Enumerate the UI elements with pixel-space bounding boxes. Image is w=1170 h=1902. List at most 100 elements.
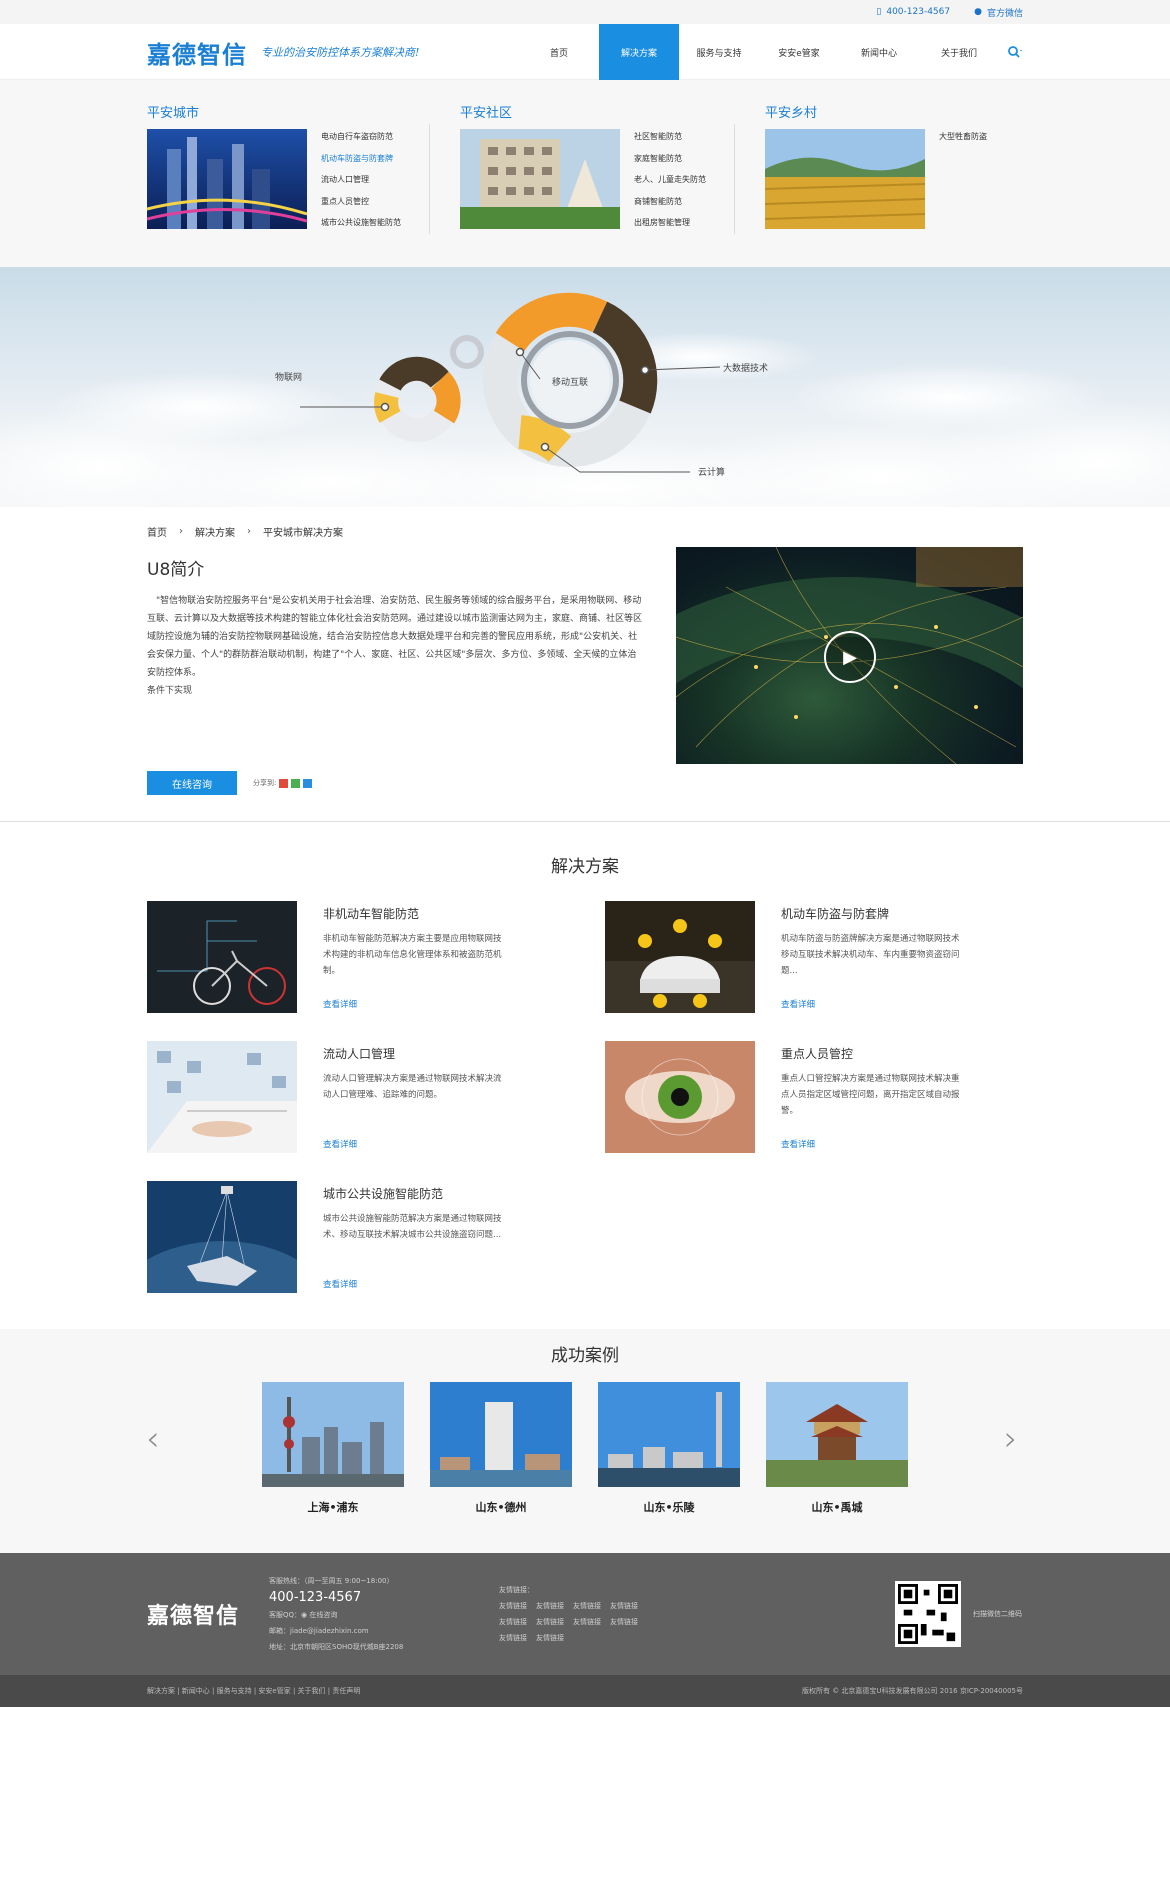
footer-email: 邮箱：jiade@jiadezhixin.com <box>269 1627 369 1635</box>
footer-address: 地址：北京市朝阳区SOHO现代城B座2208 <box>269 1643 404 1651</box>
solution-card: 流动人口管理 流动人口管理解决方案是通过物联网技术解决流动人口管理难、追踪难的问… <box>147 1041 565 1153</box>
menu-item[interactable]: 重点人员管控 <box>321 191 401 213</box>
crumb-solutions[interactable]: 解决方案 <box>195 524 235 539</box>
share-label: 分享到: <box>253 779 277 787</box>
friend-link[interactable]: 友情链接 <box>536 1617 573 1627</box>
solution-desc: 城市公共设施智能防范解决方案是通过物联网技术、移动互联技术解决城市公共设施盗窃问… <box>323 1214 502 1240</box>
menu-item[interactable]: 老人、儿童走失防范 <box>634 169 706 191</box>
nav-service[interactable]: 服务与支持 <box>679 24 759 80</box>
solution-card: 城市公共设施智能防范 城市公共设施智能防范解决方案是通过物联网技术、移动互联技术… <box>147 1181 565 1293</box>
intro-section: U8简介 "智信物联治安防控服务平台"是公安机关用于社会治理、治安防范、民生服务… <box>147 547 1023 764</box>
friend-link[interactable]: 友情链接 <box>610 1601 647 1611</box>
copyright: 版权所有 © 北京嘉德宝U科技发展有限公司 2016 京ICP-20040005… <box>801 1687 1023 1695</box>
menu-item[interactable]: 城市公共设施智能防范 <box>321 212 401 234</box>
footer: 嘉德智信 客服热线：（周一至周五 9:00~18:00） 400-123-456… <box>0 1553 1170 1675</box>
pudong-image <box>262 1382 404 1487</box>
menu-col-safe-community: 平安社区 社区智能防范 家庭智能防范 老人、儿童走失防范 商铺智能防范 出租房智… <box>460 102 706 234</box>
case-card[interactable]: 山东•乐陵 <box>598 1382 740 1515</box>
friend-link[interactable]: 友情链接 <box>610 1617 647 1627</box>
menu-title-safe-village[interactable]: 平安乡村 <box>765 102 987 121</box>
footer-phone: 400-123-4567 <box>269 1590 362 1605</box>
footer-contact: 客服热线：（周一至周五 9:00~18:00） 400-123-4567 客服Q… <box>269 1573 469 1655</box>
consult-bar: 在线咨询 分享到: <box>147 771 1023 795</box>
footer-logo: 嘉德智信 <box>147 1603 240 1629</box>
more-link[interactable]: 查看详细 <box>323 1278 505 1290</box>
wechat-share-icon[interactable] <box>291 778 301 788</box>
search-icon[interactable] <box>1007 45 1023 59</box>
friend-link[interactable]: 友情链接 <box>573 1601 610 1611</box>
bottom-links[interactable]: 解决方案 | 新闻中心 | 服务与支持 | 安安e管家 | 关于我们 | 责任声… <box>147 1686 360 1696</box>
menu-item[interactable]: 机动车防盗与防套牌 <box>321 148 401 170</box>
wechat-link[interactable]: ● 官方微信 <box>974 6 1023 19</box>
label-mobile: 移动互联 <box>552 376 588 388</box>
solution-title[interactable]: 机动车防盗与防套牌 <box>781 905 963 922</box>
city-image <box>147 129 307 229</box>
phone-contact: ▯ 400-123-4567 <box>876 7 950 17</box>
friend-link[interactable]: 友情链接 <box>499 1633 536 1643</box>
menu-item[interactable]: 商铺智能防范 <box>634 191 706 213</box>
divider <box>429 124 430 234</box>
consult-button[interactable]: 在线咨询 <box>147 771 237 795</box>
menu-title-safe-community[interactable]: 平安社区 <box>460 102 706 121</box>
qzone-share-icon[interactable] <box>303 778 313 788</box>
solutions-section: 解决方案 非机动车智能防范 非机动车智能防范解决方案主要是应用物联网技术构建的非… <box>147 822 1023 1293</box>
community-image <box>460 129 620 229</box>
bike-image[interactable] <box>147 901 297 1013</box>
next-arrow-icon[interactable]: › <box>1004 1419 1018 1459</box>
top-phone: 400-123-4567 <box>886 7 951 17</box>
case-card[interactable]: 山东•德州 <box>430 1382 572 1515</box>
friend-link[interactable]: 友情链接 <box>499 1601 536 1611</box>
car-image[interactable] <box>605 901 755 1013</box>
play-icon[interactable]: ▶ <box>824 631 876 683</box>
more-link[interactable]: 查看详细 <box>781 1138 963 1150</box>
solution-title[interactable]: 重点人员管控 <box>781 1045 963 1062</box>
friend-link[interactable]: 友情链接 <box>536 1601 573 1611</box>
hero-banner: 物联网 移动互联 大数据技术 云计算 <box>0 267 1170 507</box>
menu-title-safe-city[interactable]: 平安城市 <box>147 102 401 121</box>
solution-desc: 重点人口管控解决方案是通过物联网技术解决重点人员指定区域管控问题，离开指定区域自… <box>781 1074 960 1116</box>
menu-item[interactable]: 家庭智能防范 <box>634 148 706 170</box>
laptop-image[interactable] <box>147 1041 297 1153</box>
label-cloud: 云计算 <box>698 466 725 478</box>
friend-link[interactable]: 友情链接 <box>536 1633 573 1643</box>
intro-text: "智信物联治安防控服务平台"是公安机关用于社会治理、治安防范、民生服务等领域的综… <box>147 596 643 678</box>
solution-desc: 流动人口管理解决方案是通过物联网技术解决流动人口管理难、追踪难的问题。 <box>323 1074 502 1100</box>
menu-item[interactable]: 电动自行车盗窃防范 <box>321 126 401 148</box>
eye-image[interactable] <box>605 1041 755 1153</box>
weibo-share-icon[interactable] <box>279 778 289 788</box>
dezhou-image <box>430 1382 572 1487</box>
video-player[interactable]: ▶ <box>676 547 1023 764</box>
solution-desc: 非机动车智能防范解决方案主要是应用物联网技术构建的非机动车信息化管理体系和被盗防… <box>323 934 502 976</box>
menu-item[interactable]: 流动人口管理 <box>321 169 401 191</box>
qq-link[interactable]: 在线咨询 <box>309 1611 337 1619</box>
nav-e-butler[interactable]: 安安e管家 <box>759 24 839 80</box>
share-bar: 分享到: <box>253 778 313 788</box>
prev-arrow-icon[interactable]: ‹ <box>146 1419 160 1459</box>
friend-link[interactable]: 友情链接 <box>499 1617 536 1627</box>
nav-about[interactable]: 关于我们 <box>919 24 999 80</box>
case-label: 上海•浦东 <box>307 1501 359 1514</box>
solution-title[interactable]: 城市公共设施智能防范 <box>323 1185 505 1202</box>
nav-news[interactable]: 新闻中心 <box>839 24 919 80</box>
more-link[interactable]: 查看详细 <box>323 1138 505 1150</box>
main-nav: 首页 解决方案 服务与支持 安安e管家 新闻中心 关于我们 <box>519 24 999 80</box>
case-card[interactable]: 山东•禹城 <box>766 1382 908 1515</box>
case-card[interactable]: 上海•浦东 <box>262 1382 404 1515</box>
nav-solutions[interactable]: 解决方案 <box>599 24 679 80</box>
logo[interactable]: 嘉德智信 <box>147 35 247 70</box>
crumb-home[interactable]: 首页 <box>147 524 167 539</box>
solution-title[interactable]: 流动人口管理 <box>323 1045 505 1062</box>
satellite-image[interactable] <box>147 1181 297 1293</box>
more-link[interactable]: 查看详细 <box>323 998 505 1010</box>
nav-home[interactable]: 首页 <box>519 24 599 80</box>
menu-item[interactable]: 社区智能防范 <box>634 126 706 148</box>
friend-links: 友情链接： 友情链接 友情链接 友情链接 友情链接 友情链接 友情链接 友情链接… <box>499 1585 829 1643</box>
cases-section: 成功案例 ‹ › 上海•浦东 山东•德州 山东•乐陵 山东•禹城 <box>0 1329 1170 1553</box>
menu-item[interactable]: 大型牲畜防盗 <box>939 126 987 148</box>
menu-item[interactable]: 出租房智能管理 <box>634 212 706 234</box>
friend-link[interactable]: 友情链接 <box>573 1617 610 1627</box>
more-link[interactable]: 查看详细 <box>781 998 963 1010</box>
solution-title[interactable]: 非机动车智能防范 <box>323 905 505 922</box>
solutions-title: 解决方案 <box>551 857 619 877</box>
qr-caption: 扫描微信二维码 <box>973 1610 1022 1618</box>
